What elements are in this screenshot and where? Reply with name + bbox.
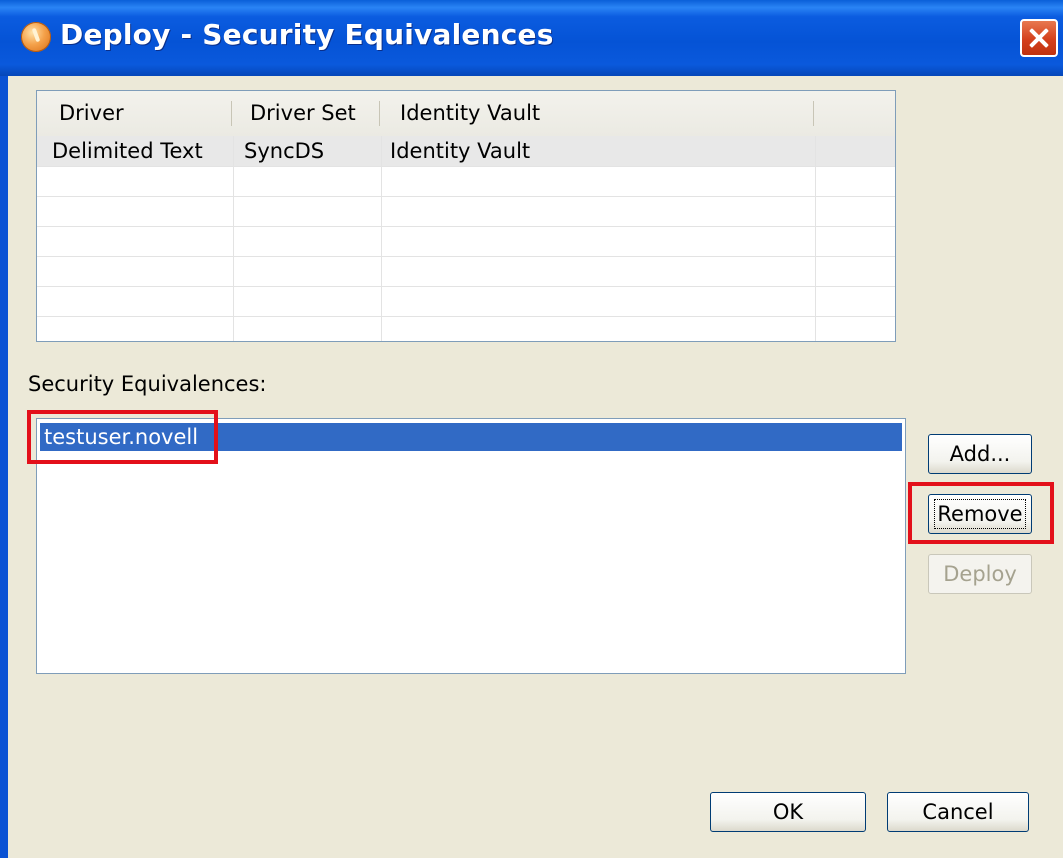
table-row[interactable]: Delimited Text SyncDS Identity Vault xyxy=(37,136,895,167)
table-row-empty xyxy=(37,286,895,317)
ok-button[interactable]: OK xyxy=(710,792,866,832)
window-title: Deploy - Security Equivalences xyxy=(60,18,554,51)
column-header-driver-set[interactable]: Driver Set xyxy=(250,91,356,136)
table-row-empty xyxy=(37,256,895,287)
grid-line xyxy=(233,136,234,341)
cancel-button[interactable]: Cancel xyxy=(887,792,1029,832)
window-border xyxy=(0,76,8,858)
drivers-table[interactable]: Driver Driver Set Identity Vault Delimit… xyxy=(36,90,896,342)
cell-identity-vault: Identity Vault xyxy=(390,139,531,163)
table-row-empty xyxy=(37,316,895,341)
column-divider[interactable] xyxy=(813,101,814,126)
grid-line xyxy=(381,136,382,341)
add-button[interactable]: Add... xyxy=(928,434,1032,474)
close-icon[interactable] xyxy=(1020,19,1058,57)
deploy-button-label: Deploy xyxy=(943,562,1017,586)
app-globe-icon xyxy=(21,22,51,52)
cancel-button-label: Cancel xyxy=(922,800,994,824)
add-button-label: Add... xyxy=(949,442,1011,466)
table-header: Driver Driver Set Identity Vault xyxy=(37,91,895,137)
table-row-empty xyxy=(37,196,895,227)
column-divider[interactable] xyxy=(231,101,232,126)
table-row-empty xyxy=(37,226,895,257)
column-header-driver[interactable]: Driver xyxy=(59,91,124,136)
cell-driver-set: SyncDS xyxy=(244,139,325,163)
highlight-box-item xyxy=(27,410,218,464)
column-divider[interactable] xyxy=(379,101,380,126)
deploy-button[interactable]: Deploy xyxy=(928,554,1032,594)
ok-button-label: OK xyxy=(772,800,804,824)
title-bar[interactable]: Deploy - Security Equivalences xyxy=(0,0,1063,76)
grid-line xyxy=(815,136,816,341)
security-equivalences-label: Security Equivalences: xyxy=(28,372,267,396)
deploy-dialog: Deploy - Security Equivalences Driver Dr… xyxy=(0,0,1063,858)
table-row-empty xyxy=(37,166,895,197)
highlight-box-remove xyxy=(908,482,1054,544)
cell-driver: Delimited Text xyxy=(52,139,203,163)
column-header-identity-vault[interactable]: Identity Vault xyxy=(400,91,540,136)
